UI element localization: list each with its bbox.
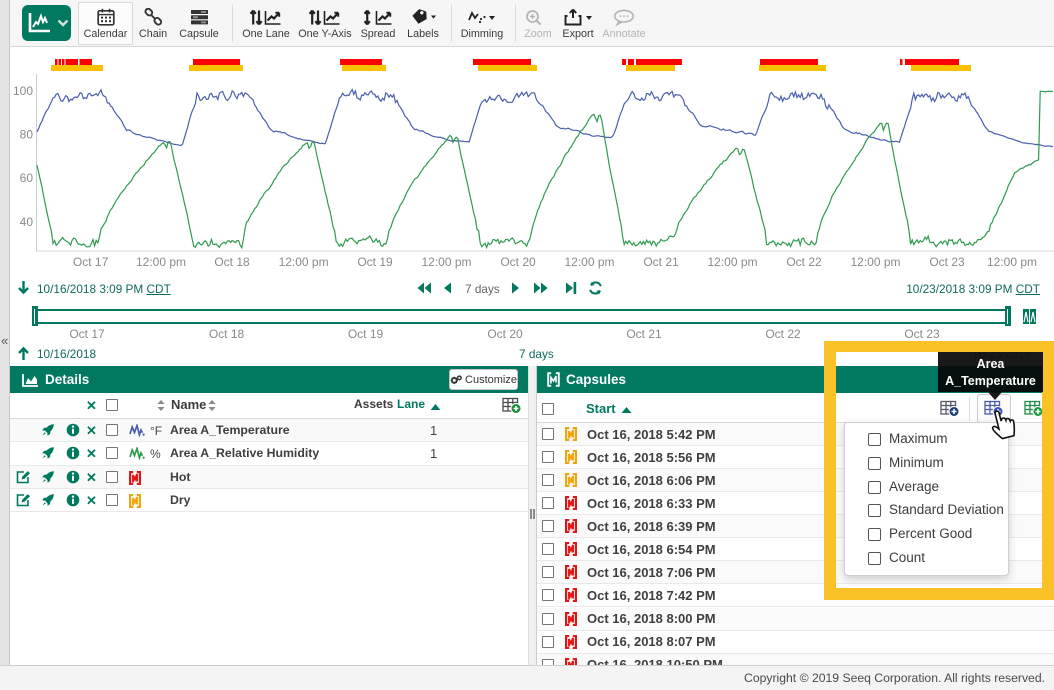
svg-text:12:00 pm: 12:00 pm	[279, 255, 329, 269]
svg-text:Oct 23: Oct 23	[929, 255, 965, 269]
svg-text:12:00 pm: 12:00 pm	[707, 255, 757, 269]
svg-text:Oct 19: Oct 19	[357, 255, 393, 269]
svg-text:Oct 18: Oct 18	[214, 255, 250, 269]
svg-text:80: 80	[20, 128, 34, 142]
svg-text:12:00 pm: 12:00 pm	[850, 255, 900, 269]
svg-text:Oct 17: Oct 17	[73, 255, 109, 269]
svg-text:100: 100	[13, 84, 33, 98]
svg-text:40: 40	[20, 215, 34, 229]
svg-text:60: 60	[20, 171, 34, 185]
svg-text:12:00 pm: 12:00 pm	[987, 255, 1037, 269]
svg-text:12:00 pm: 12:00 pm	[136, 255, 186, 269]
svg-text:Oct 21: Oct 21	[643, 255, 679, 269]
svg-text:12:00 pm: 12:00 pm	[421, 255, 471, 269]
svg-text:Oct 22: Oct 22	[786, 255, 822, 269]
svg-text:12:00 pm: 12:00 pm	[564, 255, 614, 269]
svg-text:Oct 20: Oct 20	[500, 255, 536, 269]
